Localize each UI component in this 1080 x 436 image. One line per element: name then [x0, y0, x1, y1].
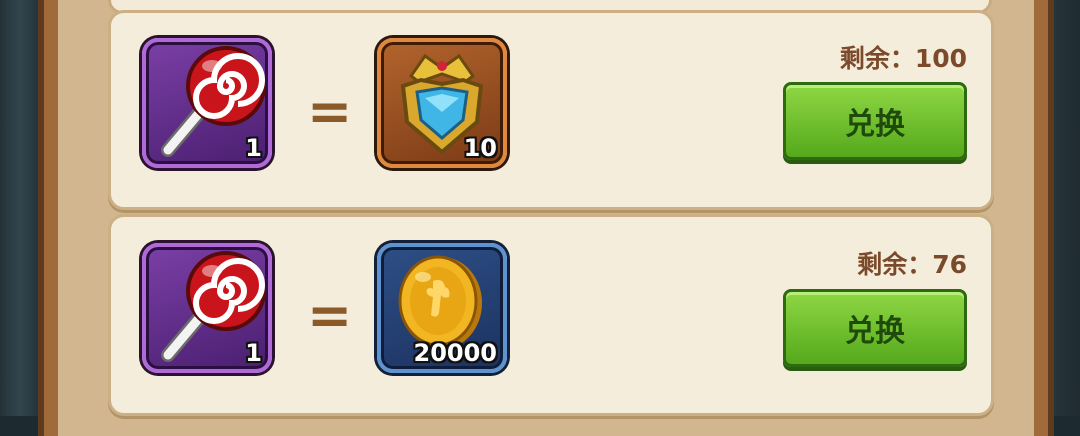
exchange-offer-1: 1 = 10 剩余：100 兑换 [108, 10, 994, 210]
cost-item-slot[interactable]: 1 [142, 38, 272, 168]
equals-sign: = [307, 80, 353, 143]
reward-count: 20000 [413, 339, 498, 367]
exchange-button[interactable]: 兑换 [783, 82, 967, 160]
exchange-button[interactable]: 兑换 [783, 289, 967, 367]
remaining-stock: 剩余：100 [839, 44, 967, 73]
exchange-offer-2: 1 = 20000 剩余：76 兑换 [108, 214, 994, 416]
reward-item-slot[interactable]: 10 [377, 38, 507, 168]
cost-item-slot[interactable]: 1 [142, 243, 272, 373]
cost-count: 1 [245, 339, 262, 367]
left-background-edge [0, 0, 40, 416]
cost-count: 1 [245, 134, 262, 162]
remaining-stock: 剩余：76 [857, 250, 967, 279]
equals-sign: = [307, 284, 353, 347]
reward-count: 10 [463, 134, 497, 162]
reward-item-slot[interactable]: 20000 [377, 243, 507, 373]
